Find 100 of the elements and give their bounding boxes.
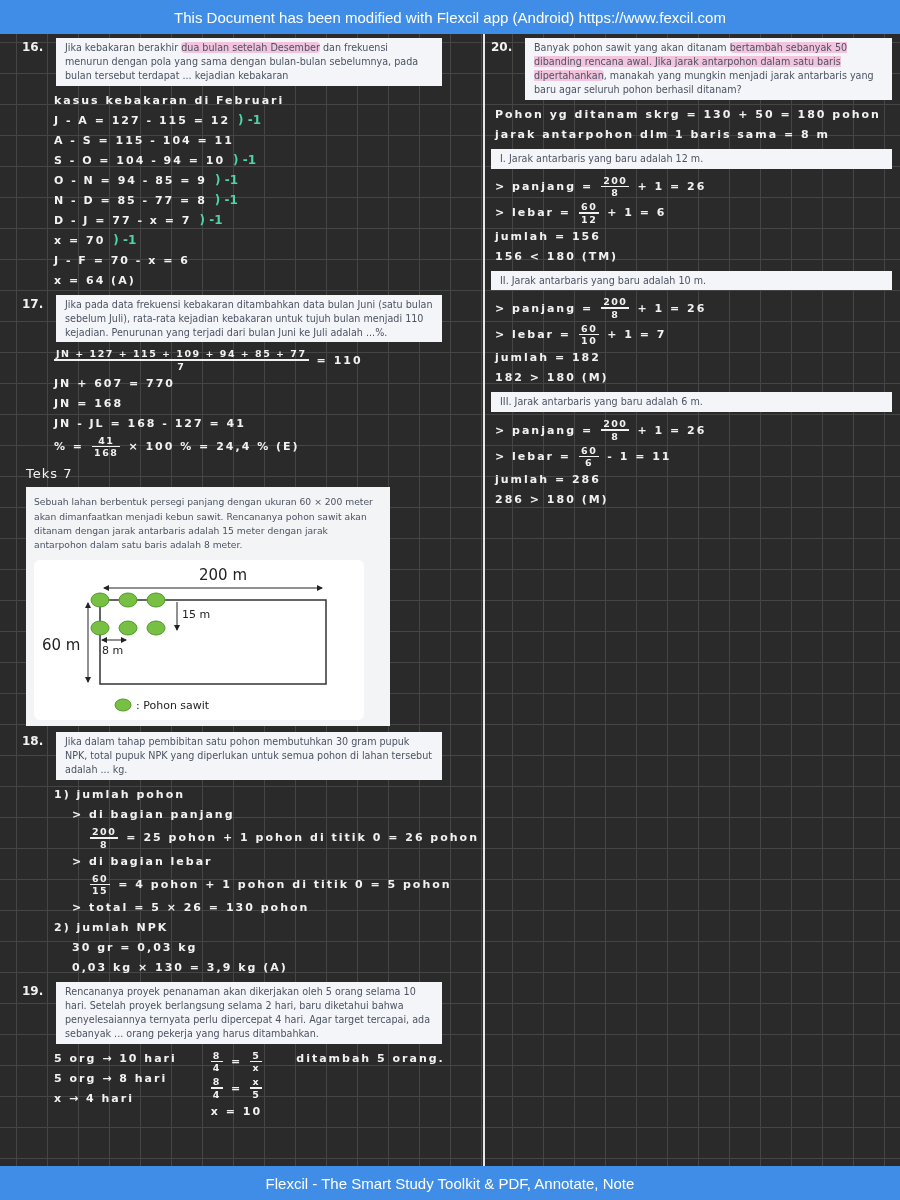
handwritten-text: x → 4 hari <box>54 1091 134 1105</box>
handwritten-text: 5 org → 10 hari <box>54 1051 177 1065</box>
legend-label: : Pohon sawit <box>136 698 210 712</box>
numerator: 200 <box>602 296 629 308</box>
denominator: 5 <box>251 1088 262 1100</box>
banner-text: Flexcil - The Smart Study Toolkit & PDF, Annotate, Note <box>265 1174 635 1192</box>
handwritten-text: jumlah = 286 <box>495 473 601 487</box>
handwritten-text: JN + 607 = 770 <box>54 376 175 390</box>
dimension-arrow <box>101 637 127 644</box>
numerator: 8 <box>211 1076 222 1088</box>
handwritten-text: > total = 5 × 26 = 130 pohon <box>72 901 310 915</box>
margin-note: ) -1 <box>215 173 239 188</box>
tree-icon <box>90 620 110 636</box>
numerator: 60 <box>580 201 599 213</box>
tree-icon <box>118 592 138 608</box>
handwritten-text: jumlah = 156 <box>495 229 601 243</box>
tree-icon <box>118 620 138 636</box>
denominator: 4 <box>211 1088 222 1100</box>
handwritten-text: x = 70 <box>54 233 106 247</box>
handwritten-text: 30 gr = 0,03 kg <box>72 941 198 955</box>
numerator: 60 <box>580 444 599 456</box>
handwritten-text: JN = 168 <box>54 396 124 410</box>
handwritten-text: 2) jumlah NPK <box>54 921 169 935</box>
handwritten-text: % = <box>54 440 85 454</box>
handwritten-text: > lebar = <box>495 450 572 464</box>
question-card: I. Jarak antarbaris yang baru adalah 12 m. <box>491 148 892 169</box>
tree-icon <box>114 698 132 713</box>
handwritten-text: + 1 = 26 <box>637 423 707 437</box>
dimension-label: 200 m <box>199 566 247 585</box>
denominator: 168 <box>93 447 120 459</box>
handwritten-text: = 25 pohon + 1 pohon di titik 0 = 26 pohon <box>126 831 479 845</box>
numerator: 8 <box>211 1049 222 1061</box>
denominator: 6 <box>584 457 595 469</box>
handwritten-text: + 1 = 7 <box>607 328 667 342</box>
handwritten-text: jarak antarpohon dlm 1 baris sama = 8 m <box>495 127 830 141</box>
handwritten-text: JN - JL = 168 - 127 = 41 <box>54 416 246 430</box>
margin-note: ) -1 <box>199 213 223 228</box>
question-card: III. Jarak antarbaris yang baru adalah 6 m. <box>491 392 892 413</box>
tree-icon <box>90 592 110 608</box>
numerator: 60 <box>580 322 599 334</box>
question-number: 16. <box>22 39 45 54</box>
handwritten-text: > lebar = <box>495 328 572 342</box>
handwritten-text: = <box>230 1081 243 1095</box>
handwritten-text: = 4 pohon + 1 pohon di titik 0 = 5 pohon <box>118 877 452 891</box>
denominator: x <box>251 1062 262 1074</box>
denominator: 4 <box>211 1062 222 1074</box>
margin-note: ) -1 <box>113 233 137 248</box>
handwritten-text: > lebar = <box>495 206 572 220</box>
handwritten-text: 182 > 180 (M) <box>495 371 609 385</box>
handwritten-text: - 1 = 11 <box>607 450 672 464</box>
handwritten-text: 0,03 kg × 130 = 3,9 kg (A) <box>72 961 288 975</box>
numerator: 5 <box>251 1049 262 1061</box>
denominator: 12 <box>580 213 599 225</box>
numerator: x <box>251 1076 262 1088</box>
handwritten-text: S - O = 104 - 94 = 10 <box>54 153 226 167</box>
numerator: 200 <box>602 174 629 186</box>
handwritten-text: > panjang = <box>495 423 594 437</box>
question-card: Rencananya proyek penanaman akan dikerjakan oleh 5 orang selama 10 hari. Setelah proyek berlangsung selama 2 hari, baru diketahui bahwa penyelesaiannya ternyata perlu dipercepat 4 hari. Agar target tercapai, ada sebanyak ... orang pekerja yang harus ditambahkan. <box>56 982 442 1044</box>
margin-note: ) -1 <box>233 153 257 168</box>
denominator: 15 <box>91 885 110 897</box>
question-number: 19. <box>22 983 45 999</box>
question-card: Jika pada data frekuensi kebakaran ditambahkan data bulan Juni (satu bulan sebelum Juli), rata-rata kejadian kebakaran untuk tujuh bulan menjadi 110 kejadian. Penurunan yang terjadi dari bulan Juni ke Juli adalah ...%. <box>56 294 442 343</box>
handwritten-text: > di bagian panjang <box>72 808 235 822</box>
handwritten-text: kasus kebakaran di Februari <box>54 93 285 107</box>
question-number: 20. <box>491 39 514 54</box>
denominator: 8 <box>610 308 621 320</box>
denominator: 10 <box>580 335 599 347</box>
banner-text: This Document has been modified with Flexcil app (Android) https://www.fexcil.com <box>174 8 726 26</box>
handwritten-text: ditambah 5 orang. <box>296 1051 445 1065</box>
section-heading: Teks 7 <box>25 465 74 482</box>
dimension-label: 60 m <box>42 636 81 655</box>
question-card: II. Jarak antarbaris yang baru adalah 10 m. <box>491 270 892 291</box>
handwritten-text: 286 > 180 (M) <box>495 493 609 507</box>
denominator: 8 <box>610 430 621 442</box>
handwritten-text: D - J = 77 - x = 7 <box>54 213 192 227</box>
margin-note: ) -1 <box>238 113 262 128</box>
question-number: 18. <box>22 733 45 749</box>
figure-text: Sebuah lahan berbentuk persegi panjang dengan ukuran 60 × 200 meter akan dimanfaatkan menjadi kebun sawit. Rencananya pohon sawit akan ditanam dengan jarak antarbaris adalah 15 meter dengan jarak antarpohon dalam satu baris adalah 8 meter. <box>34 495 374 553</box>
handwritten-text: + 1 = 26 <box>637 179 707 193</box>
handwritten-text: = <box>230 1055 243 1069</box>
handwritten-text: × 100 % = 24,4 % (E) <box>128 440 300 454</box>
handwritten-text: O - N = 94 - 85 = 9 <box>54 173 208 187</box>
tree-icon <box>146 592 166 608</box>
denominator: 8 <box>99 838 110 850</box>
question-number: 17. <box>22 295 45 311</box>
numerator: JN + 127 + 115 + 109 + 94 + 85 + 77 <box>54 348 308 360</box>
dimension-label: 15 m <box>182 608 211 622</box>
denominator: 7 <box>176 360 187 372</box>
dimension-label: 8 m <box>102 644 124 658</box>
numerator: 200 <box>91 826 118 838</box>
handwritten-text: 1) jumlah pohon <box>54 788 186 802</box>
margin-note: ) -1 <box>214 193 238 208</box>
handwritten-text: Pohon yg ditanam skrg = 130 + 50 = 180 pohon <box>495 107 881 121</box>
numerator: 60 <box>91 872 110 884</box>
handwritten-text: > di bagian lebar <box>72 854 213 868</box>
handwritten-text: N - D = 85 - 77 = 8 <box>54 193 207 207</box>
handwritten-text: A - S = 115 - 104 = 11 <box>54 133 234 147</box>
question-card: Banyak pohon sawit yang akan ditanam bertambah sebanyak 50 dibanding rencana awal. Jika jarak antarpohon dalam satu baris dipertahankan, manakah yang mungkin menjadi jarak antarbaris yang baru agar seluruh pohon berhasil ditanam? <box>525 38 892 100</box>
dimension-arrow <box>174 601 180 632</box>
handwritten-text: > panjang = <box>495 179 594 193</box>
